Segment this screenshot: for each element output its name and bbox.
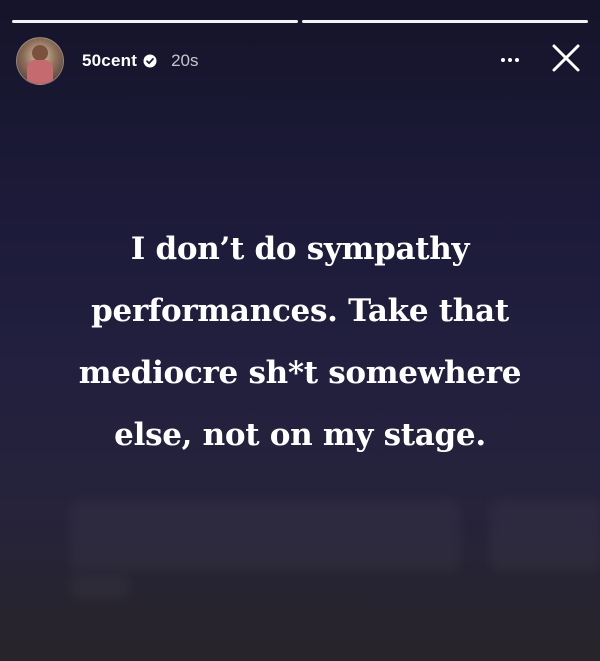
story-text: I don’t do sympathy performances. Take t…	[40, 218, 560, 466]
timestamp: 20s	[171, 51, 199, 70]
story-text-line: mediocre sh*t somewhere	[78, 355, 522, 391]
close-icon[interactable]	[548, 40, 584, 76]
blurred-background-shape	[70, 575, 130, 599]
progress-segment-2	[302, 20, 588, 23]
story-text-line: I don’t do sympathy	[130, 231, 470, 267]
progress-segment-1	[12, 20, 298, 23]
blurred-background-shape	[70, 500, 460, 570]
avatar-head	[32, 45, 48, 61]
story-viewer[interactable]: 50cent 20s I don’t do sympathy performan…	[0, 0, 600, 661]
story-progress	[12, 20, 588, 23]
blurred-background-shape	[490, 500, 600, 570]
more-options-icon[interactable]	[498, 50, 522, 70]
username[interactable]: 50cent	[82, 51, 137, 71]
avatar[interactable]	[16, 37, 64, 85]
story-header: 50cent 20s	[16, 36, 584, 86]
avatar-body	[27, 60, 53, 84]
story-text-line: performances. Take that	[91, 293, 509, 329]
verified-badge-icon	[143, 54, 157, 68]
story-text-line: else, not on my stage.	[114, 417, 486, 453]
